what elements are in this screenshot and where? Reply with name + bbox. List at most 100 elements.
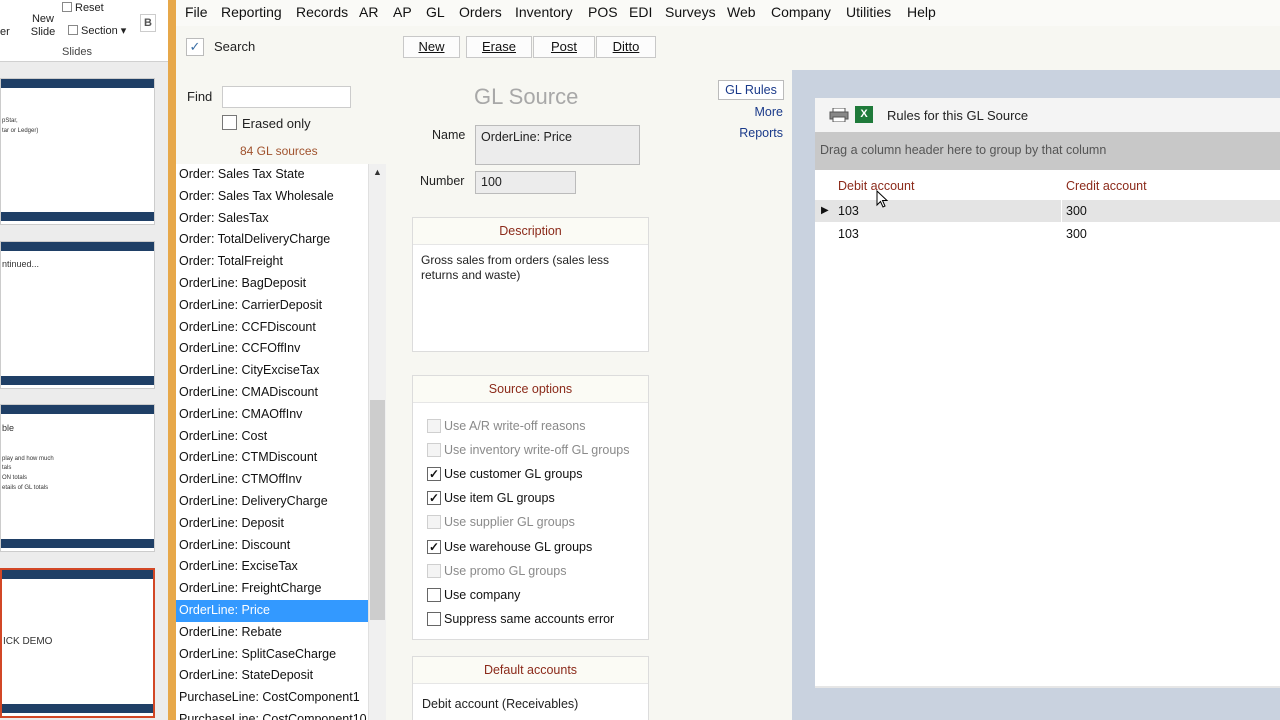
list-item[interactable]: Order: TotalDeliveryCharge: [176, 229, 368, 251]
list-item[interactable]: OrderLine: SplitCaseCharge: [176, 644, 368, 666]
group-by-bar[interactable]: Drag a column header here to group by th…: [815, 132, 1280, 170]
page-title: GL Source: [474, 84, 579, 109]
list-item[interactable]: OrderLine: Cost: [176, 426, 368, 448]
slide-thumbnail[interactable]: ble play and how much tals ON totals eta…: [0, 404, 155, 552]
list-item[interactable]: Order: TotalFreight: [176, 251, 368, 273]
list-item[interactable]: OrderLine: CTMDiscount: [176, 447, 368, 469]
list-item[interactable]: Order: Sales Tax State: [176, 164, 368, 186]
list-item[interactable]: OrderLine: FreightCharge: [176, 578, 368, 600]
list-item[interactable]: OrderLine: Rebate: [176, 622, 368, 644]
erased-only-checkbox[interactable]: [222, 115, 237, 130]
scrollbar-thumb[interactable]: [370, 400, 385, 620]
menu-file[interactable]: File: [185, 4, 208, 20]
menu-surveys[interactable]: Surveys: [665, 4, 716, 20]
search-checkbox[interactable]: ✓: [186, 38, 204, 56]
list-item[interactable]: OrderLine: DeliveryCharge: [176, 491, 368, 513]
debit-account-cell[interactable]: 103: [838, 204, 859, 218]
description-field[interactable]: Gross sales from orders (sales less retu…: [413, 245, 648, 291]
option-checkbox[interactable]: [427, 611, 441, 626]
erase-button-label: Erase: [482, 39, 516, 54]
list-item[interactable]: OrderLine: CTMOffInv: [176, 469, 368, 491]
menu-reporting[interactable]: Reporting: [221, 4, 282, 20]
find-input[interactable]: [222, 86, 351, 108]
bold-button[interactable]: B: [140, 14, 156, 32]
number-field[interactable]: 100: [475, 171, 576, 194]
list-item[interactable]: OrderLine: CityExciseTax: [176, 360, 368, 382]
rules-header: X Rules for this GL Source: [815, 98, 1280, 132]
menu-help[interactable]: Help: [907, 4, 936, 20]
ditto-button-label: Ditto: [612, 39, 640, 54]
option-checkbox: [427, 563, 441, 578]
chevron-down-icon: ▾: [120, 25, 127, 37]
menu-utilities[interactable]: Utilities: [846, 4, 891, 20]
printer-icon[interactable]: [829, 108, 849, 122]
menu-pos[interactable]: POS: [588, 4, 618, 20]
option-checkbox[interactable]: [427, 587, 441, 602]
list-item[interactable]: Order: SalesTax: [176, 208, 368, 230]
more-link[interactable]: More: [755, 105, 783, 119]
column-header-credit-account[interactable]: Credit account: [1066, 179, 1147, 193]
links-column: GL Rules More Reports: [668, 70, 792, 720]
scroll-up-icon[interactable]: ▲: [373, 167, 382, 177]
menu-orders[interactable]: Orders: [459, 4, 502, 20]
list-item[interactable]: OrderLine: CMADiscount: [176, 382, 368, 404]
erase-button[interactable]: Erase: [466, 36, 532, 58]
list-item[interactable]: PurchaseLine: CostComponent10: [176, 709, 368, 720]
menu-company[interactable]: Company: [771, 4, 831, 20]
list-item[interactable]: Order: Sales Tax Wholesale: [176, 186, 368, 208]
slide-text: pStar,: [2, 118, 18, 124]
menu-records[interactable]: Records: [296, 4, 348, 20]
debit-account-cell[interactable]: 103: [838, 227, 859, 241]
list-item[interactable]: OrderLine: CMAOffInv: [176, 404, 368, 426]
option-checkbox[interactable]: ✓: [427, 467, 441, 482]
option-label: Suppress same accounts error: [444, 611, 615, 626]
gl-source-form: GL Source Name OrderLine: Price Number 1…: [388, 70, 668, 720]
menu-gl[interactable]: GL: [426, 4, 445, 20]
option-checkbox: [427, 419, 441, 433]
slide-text: ON totals: [2, 475, 28, 481]
ditto-button[interactable]: Ditto: [596, 36, 656, 58]
list-scrollbar[interactable]: ▲: [368, 164, 386, 720]
list-item[interactable]: OrderLine: Deposit: [176, 513, 368, 535]
list-item[interactable]: OrderLine: Discount: [176, 535, 368, 557]
list-item[interactable]: OrderLine: ExciseTax: [176, 556, 368, 578]
menu-web[interactable]: Web: [727, 4, 756, 20]
slide-thumbnail-selected[interactable]: ICK DEMO: [0, 568, 155, 718]
number-label: Number: [420, 174, 465, 188]
gl-rules-tab[interactable]: GL Rules: [718, 80, 784, 100]
list-item[interactable]: OrderLine: BagDeposit: [176, 273, 368, 295]
ribbon-fragment: er: [0, 26, 10, 38]
slide-text: play and how much: [2, 456, 54, 462]
menu-ar[interactable]: AR: [359, 4, 378, 20]
reports-link[interactable]: Reports: [739, 126, 783, 140]
table-row[interactable]: 103 300: [815, 223, 1280, 245]
menu-edi[interactable]: EDI: [629, 4, 652, 20]
slide-text: tals: [2, 465, 12, 471]
list-item[interactable]: OrderLine: CCFOffInv: [176, 338, 368, 360]
option-checkbox[interactable]: ✓: [427, 491, 441, 506]
list-item-selected[interactable]: OrderLine: Price: [176, 599, 368, 622]
list-item[interactable]: PurchaseLine: CostComponent1: [176, 687, 368, 709]
checkmark-icon: ✓: [189, 39, 201, 54]
slide-thumbnail[interactable]: ntinued...: [0, 241, 155, 389]
menu-inventory[interactable]: Inventory: [515, 4, 573, 20]
section-button[interactable]: Section ▾: [68, 24, 126, 37]
excel-export-icon[interactable]: X: [855, 106, 873, 123]
post-button[interactable]: Post: [533, 36, 595, 58]
slide-thumbnail[interactable]: pStar, tar or Ledger): [0, 78, 155, 225]
option-checkbox[interactable]: ✓: [427, 539, 441, 554]
list-item[interactable]: OrderLine: StateDeposit: [176, 665, 368, 687]
menu-ap[interactable]: AP: [393, 4, 412, 20]
list-item[interactable]: OrderLine: CarrierDeposit: [176, 295, 368, 317]
gl-source-list: Order: Sales Tax State Order: Sales Tax W…: [176, 164, 368, 720]
credit-account-cell[interactable]: 300: [1066, 204, 1087, 218]
name-field[interactable]: OrderLine: Price: [475, 125, 640, 165]
credit-account-cell[interactable]: 300: [1066, 227, 1087, 241]
list-item[interactable]: OrderLine: CCFDiscount: [176, 317, 368, 339]
grid-footer: [815, 686, 1280, 688]
new-slide-button[interactable]: New Slide: [26, 13, 60, 39]
group-by-hint: Drag a column header here to group by th…: [820, 143, 1107, 157]
reset-button[interactable]: Reset: [62, 2, 104, 14]
option-label: Use A/R write-off reasons: [444, 419, 586, 433]
new-button[interactable]: New: [403, 36, 460, 58]
